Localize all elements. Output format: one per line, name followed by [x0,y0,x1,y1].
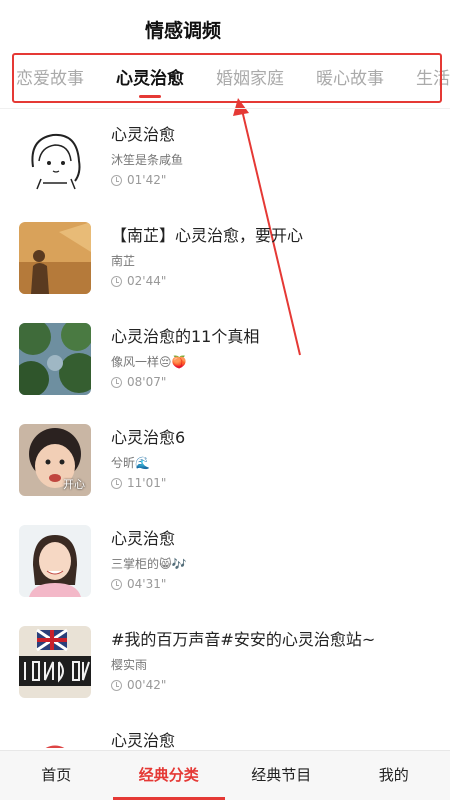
item-title: 心灵治愈 [111,125,176,144]
item-title: 心灵治愈 [111,529,176,548]
item-duration: 02'44" [111,274,166,288]
list-item[interactable]: 心灵治愈的11个真相 像风一样😔🍑 08'07" [0,311,450,412]
item-title: #我的百万声音#安安的心灵治愈站~ [111,630,376,649]
tab-love-stories[interactable]: 恋爱故事 [0,50,100,108]
trees-sky-thumbnail [19,323,91,395]
clock-icon [111,679,122,691]
clock-icon [111,275,122,287]
page-title: 情感调频 [145,20,222,42]
program-list: 心灵治愈 沐笙是条咸鱼 01'42" 【南芷】心灵治愈，要开心 南芷 02'44… [0,108,450,748]
clock-icon [111,376,122,388]
item-duration: 01'42" [111,173,166,187]
character-thumbnail [19,727,91,748]
bottom-navigation: 首页 经典分类 经典节目 我的 [0,750,450,800]
item-duration: 04'31" [111,577,166,591]
item-author: 三掌柜的😸🎶 [111,557,187,571]
list-item[interactable]: 【南芷】心灵治愈，要开心 南芷 02'44" [0,210,450,311]
item-author: 像风一样😔🍑 [111,355,187,369]
item-title: 【南芷】心灵治愈，要开心 [111,226,304,245]
tab-life[interactable]: 生活 [400,50,450,108]
child-photo-thumbnail: 开心 [19,424,91,496]
nav-classic-categories[interactable]: 经典分类 [112,751,226,800]
tab-healing[interactable]: 心灵治愈 [100,50,200,108]
list-item[interactable]: 心灵治愈 沐笙是条咸鱼 01'42" [0,109,450,210]
list-item[interactable]: 心灵治愈 [0,715,450,748]
item-duration: 11'01" [111,476,166,490]
item-title: 心灵治愈的11个真相 [111,327,260,346]
tab-warm-stories[interactable]: 暖心故事 [300,50,400,108]
clock-icon [111,578,122,590]
item-author: 南芷 [111,254,136,268]
item-duration: 00'42" [111,678,166,692]
list-item[interactable]: #我的百万声音#安安的心灵治愈站~ 樱实雨 00'42" [0,614,450,715]
tab-marriage-family[interactable]: 婚姻家庭 [200,50,300,108]
item-title: 心灵治愈6 [111,428,186,447]
nav-classic-programs[interactable]: 经典节目 [225,751,338,800]
header: 情感调频 [0,0,450,50]
cartoon-girl-thumbnail [19,121,91,193]
list-item[interactable]: 开心 心灵治愈6 兮昕🌊 11'01" [0,412,450,513]
item-duration: 08'07" [111,375,166,389]
sunset-silhouette-thumbnail [19,222,91,294]
item-title: 心灵治愈 [111,731,176,748]
woman-portrait-thumbnail [19,525,91,597]
item-author: 兮昕🌊 [111,456,150,470]
thumbnail-caption: 开心 [63,478,85,491]
item-author: 沐笙是条咸鱼 [111,153,184,167]
list-item[interactable]: 心灵治愈 三掌柜的😸🎶 04'31" [0,513,450,614]
clock-icon [111,174,122,186]
clock-icon [111,477,122,489]
item-author: 樱实雨 [111,658,148,672]
nav-home[interactable]: 首页 [0,751,113,800]
category-tab-bar[interactable]: 恋爱故事 心灵治愈 婚姻家庭 暖心故事 生活 [0,50,450,108]
london-sign-thumbnail [19,626,91,698]
nav-mine[interactable]: 我的 [338,751,450,800]
